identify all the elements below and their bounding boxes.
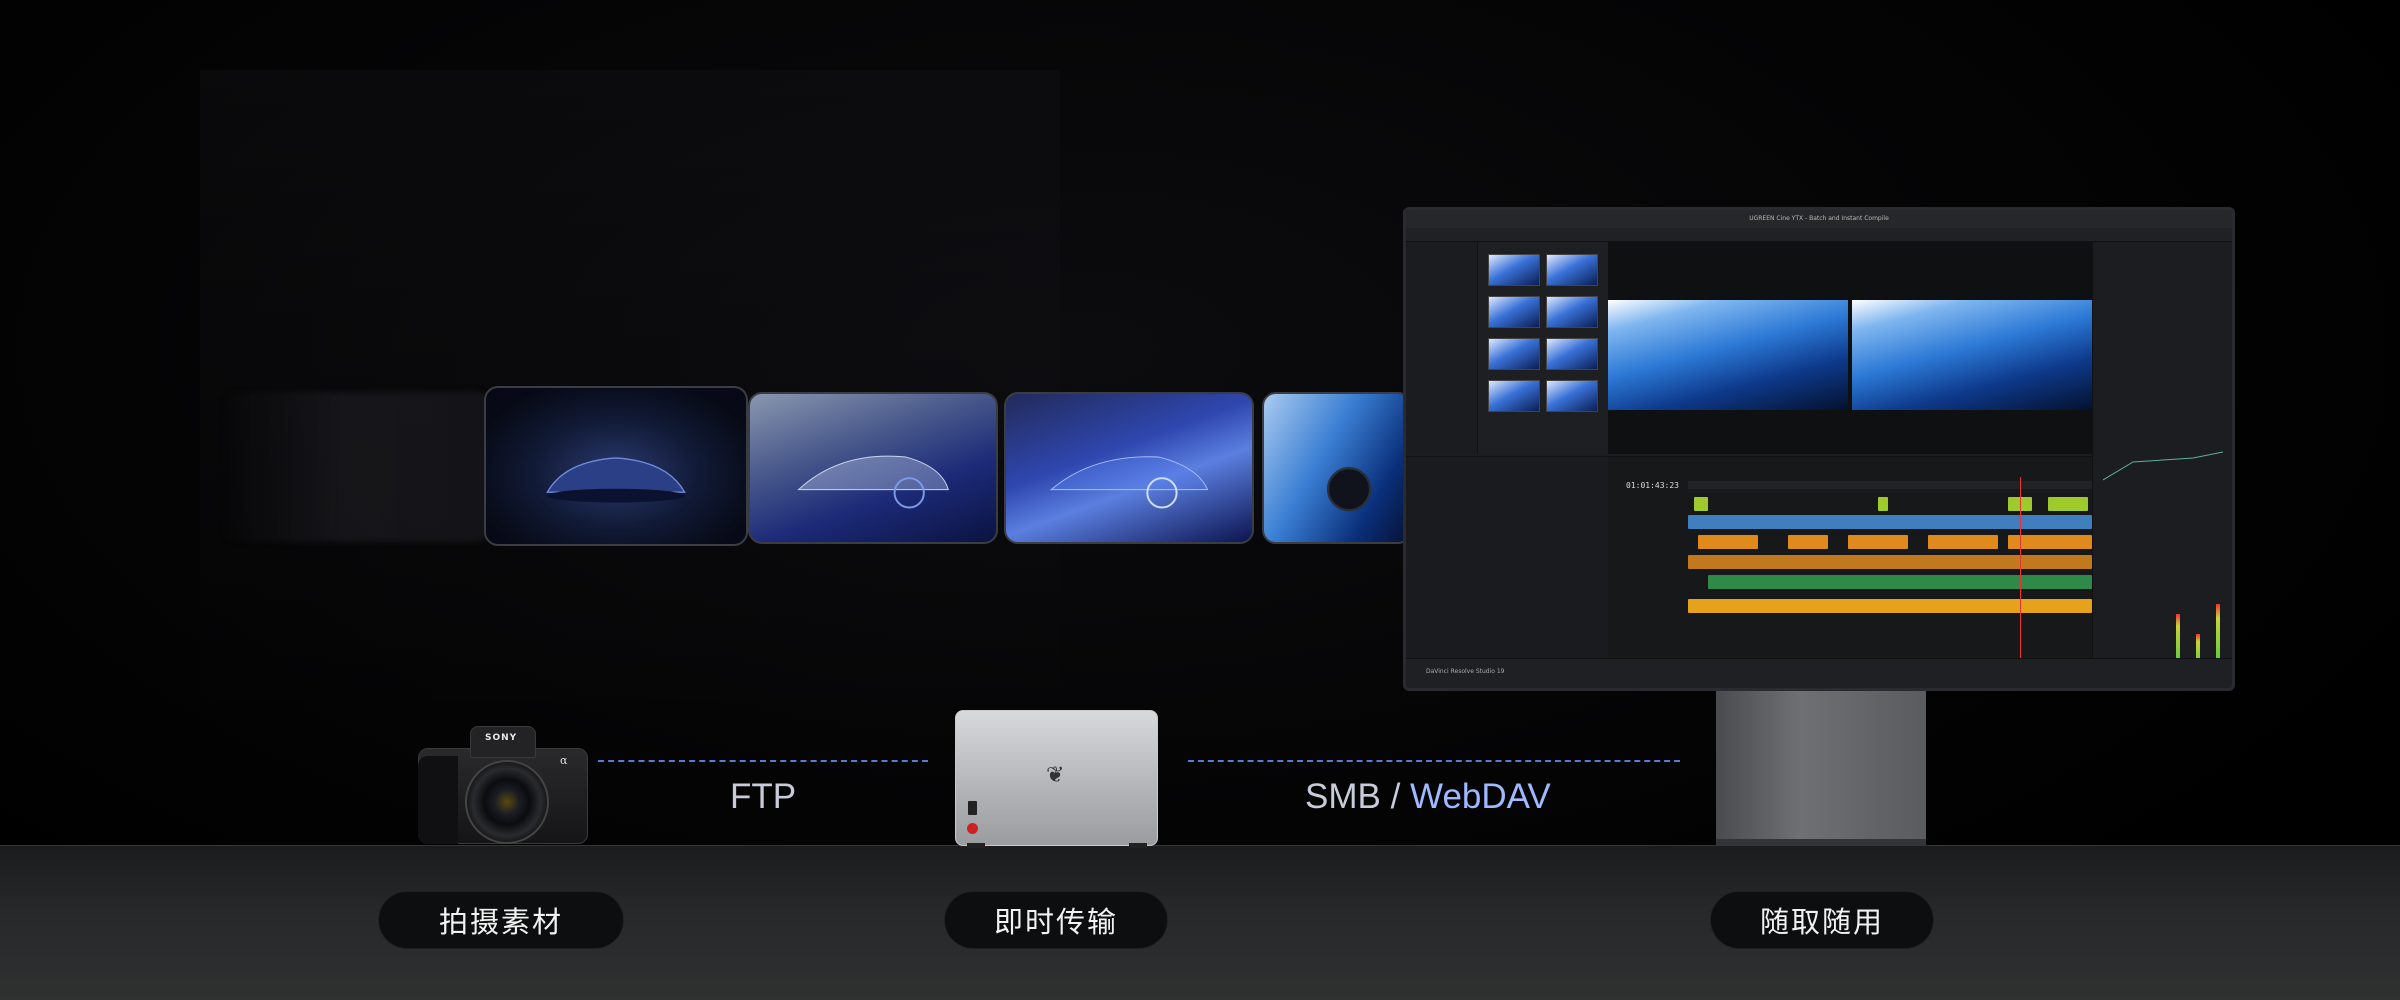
nas-power-led <box>967 823 978 834</box>
step-pill-use: 随取随用 <box>1710 891 1934 949</box>
audio-track-music <box>1688 535 2092 549</box>
editor-viewer <box>1608 242 2092 454</box>
camera-icon: SONY α <box>410 720 596 846</box>
editor-page-bar: DaVinci Resolve Studio 19 <box>1406 658 2232 688</box>
car-xray-icon <box>796 455 949 509</box>
protocol-separator: / <box>1380 777 1411 816</box>
camera-model-mark: α <box>560 754 568 767</box>
audio-track-master <box>1688 599 2092 613</box>
timeline-playhead <box>2020 477 2021 663</box>
bin-clip-thumbnail <box>1546 338 1598 370</box>
editor-brand: DaVinci Resolve Studio 19 <box>1426 668 1505 675</box>
connector-line-smb <box>1188 760 1680 762</box>
video-track-titles <box>1688 497 2092 511</box>
nas-icon: ❦ <box>955 710 1158 846</box>
program-viewer-frame <box>1852 300 2092 410</box>
connector-line-ftp <box>598 760 928 762</box>
clip-thumbnail-2 <box>748 392 998 544</box>
editor-monitor: UGREEN Cine YTX - Batch and Instant Comp… <box>1403 207 2235 691</box>
step-pill-shoot: 拍摄素材 <box>378 891 624 949</box>
car-silhouette-icon <box>546 457 686 503</box>
nas-feet <box>967 843 1147 848</box>
bin-clip-thumbnail <box>1488 338 1540 370</box>
editor-effects-library <box>1406 456 1608 662</box>
clip-thumbnail-1 <box>484 386 748 546</box>
editor-timeline: 01:01:43:23 <box>1608 456 2092 663</box>
protocol-label-ftp: FTP <box>730 777 797 816</box>
bin-clip-thumbnail <box>1546 296 1598 328</box>
stage-floor <box>0 845 2400 1000</box>
source-viewer-frame <box>1608 300 1848 410</box>
camera-grip <box>418 756 458 844</box>
bin-clip-thumbnail <box>1546 254 1598 286</box>
timeline-ruler <box>1688 481 2092 489</box>
protocol-label-smb: SMB <box>1305 777 1381 816</box>
editor-toolbar <box>1406 228 2232 242</box>
audio-track-dialogue <box>1688 575 2092 589</box>
bin-clip-thumbnail <box>1546 380 1598 412</box>
nas-logo-icon: ❦ <box>1046 763 1065 788</box>
background-haze <box>200 70 1060 700</box>
editor-media-bin <box>1478 242 1608 454</box>
car-wireframe-icon <box>1049 456 1208 509</box>
camera-brand: SONY <box>485 733 518 743</box>
monitor-stand <box>1716 691 1926 849</box>
bin-clip-thumbnail <box>1488 380 1540 412</box>
video-track-main <box>1688 515 2092 529</box>
editor-inspector-panel <box>2092 242 2232 662</box>
editor-window-title: UGREEN Cine YTX - Batch and Instant Comp… <box>1406 210 2232 228</box>
timeline-timecode: 01:01:43:23 <box>1626 481 1679 490</box>
bin-clip-thumbnail <box>1488 296 1540 328</box>
editor-media-pool-sidebar <box>1406 242 1478 454</box>
clip-thumbnail-motion-blur <box>220 392 490 542</box>
step-pill-transfer: 即时传输 <box>944 891 1168 949</box>
curve-graph-icon <box>2103 451 2223 481</box>
protocol-label-smb-webdav: SMB / WebDAV <box>1305 777 1551 817</box>
nas-usb-port <box>968 801 977 815</box>
car-closeup-icon <box>1326 467 1371 512</box>
protocol-label-webdav: WebDAV <box>1410 777 1551 816</box>
bin-clip-thumbnail <box>1488 254 1540 286</box>
audio-track-fx <box>1688 555 2092 569</box>
clip-thumbnail-3 <box>1004 392 1254 544</box>
camera-lens <box>465 760 549 844</box>
hero-scene: UGREEN Cine YTX - Batch and Instant Comp… <box>0 0 2400 1000</box>
clip-thumbnail-4 <box>1262 392 1412 544</box>
